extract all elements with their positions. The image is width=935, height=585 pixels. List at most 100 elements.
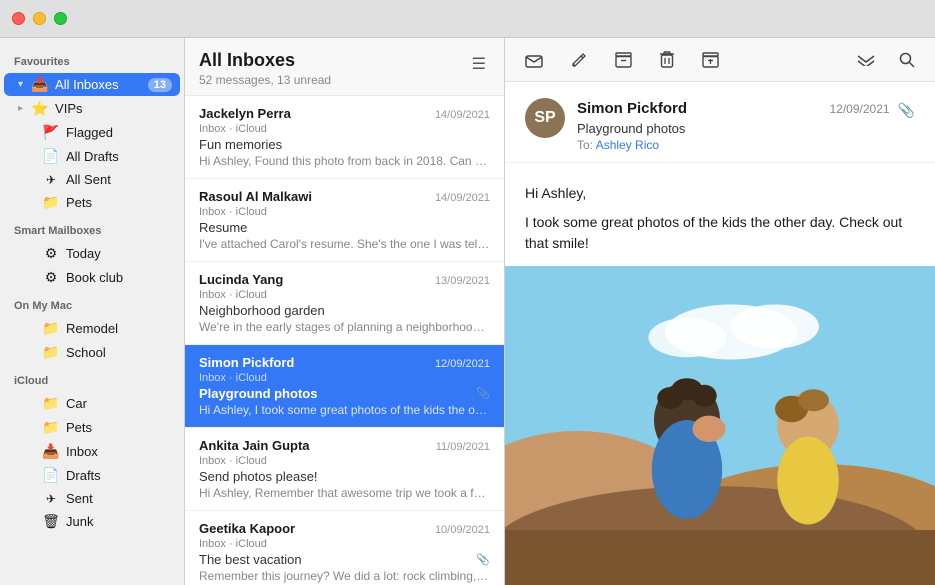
sidebar-item-book-club[interactable]: ⚙ Book club: [4, 266, 180, 289]
message-list-title: All Inboxes: [199, 50, 331, 71]
detail-date: 12/09/2021: [830, 102, 890, 116]
school-icon: 📁: [42, 344, 60, 361]
message-sender: Rasoul Al Malkawi: [199, 189, 312, 204]
sidebar-item-remodel[interactable]: 📁 Remodel: [4, 317, 180, 340]
pets-fav-label: Pets: [66, 195, 172, 210]
spam-button[interactable]: [698, 48, 723, 72]
inbox-icloud-icon: 📥: [42, 443, 60, 460]
vips-icon: ⭐: [31, 100, 49, 117]
message-item[interactable]: Ankita Jain Gupta 11/09/2021 Inbox · iCl…: [185, 428, 504, 511]
pets-fav-icon: 📁: [42, 194, 60, 211]
message-list-subtitle: 52 messages, 13 unread: [199, 73, 331, 87]
vips-label: VIPs: [55, 101, 172, 116]
maximize-button[interactable]: [54, 12, 67, 25]
detail-to-name: Ashley Rico: [596, 138, 659, 152]
all-drafts-icon: 📄: [42, 148, 60, 165]
message-preview: Remember this journey? We did a lot: roc…: [199, 569, 490, 583]
inbox-icloud-label: Inbox: [66, 444, 172, 459]
message-subject-text: Send photos please!: [199, 469, 318, 484]
message-item[interactable]: Lucinda Yang 13/09/2021 Inbox · iCloud N…: [185, 262, 504, 345]
book-club-icon: ⚙: [42, 269, 60, 286]
archive-button[interactable]: [611, 48, 636, 72]
message-item[interactable]: Jackelyn Perra 14/09/2021 Inbox · iCloud…: [185, 96, 504, 179]
messages-container: Jackelyn Perra 14/09/2021 Inbox · iCloud…: [185, 96, 504, 585]
detail-pane: SP Simon Pickford 12/09/2021 📎 Playgroun…: [505, 38, 935, 585]
sidebar-item-car[interactable]: 📁 Car: [4, 392, 180, 415]
minimize-button[interactable]: [33, 12, 46, 25]
car-label: Car: [66, 396, 172, 411]
sidebar-item-all-inboxes[interactable]: ▾ 📥 All Inboxes 13: [4, 73, 180, 96]
sent-icloud-label: Sent: [66, 491, 172, 506]
message-subject-text: Neighborhood garden: [199, 303, 325, 318]
sidebar-item-inbox-icloud[interactable]: 📥 Inbox: [4, 440, 180, 463]
message-item[interactable]: Geetika Kapoor 10/09/2021 Inbox · iCloud…: [185, 511, 504, 585]
avatar: SP: [525, 98, 565, 138]
sidebar-item-today[interactable]: ⚙ Today: [4, 242, 180, 265]
main-container: Favourites ▾ 📥 All Inboxes 13 ▸ ⭐ VIPs 🚩…: [0, 38, 935, 585]
school-label: School: [66, 345, 172, 360]
message-source: Inbox · iCloud: [199, 289, 267, 301]
remodel-label: Remodel: [66, 321, 172, 336]
message-date: 12/09/2021: [435, 358, 490, 370]
sidebar-section-mac: On My Mac: [0, 290, 184, 316]
message-sender: Simon Pickford: [199, 355, 294, 370]
message-sender: Ankita Jain Gupta: [199, 438, 310, 453]
sidebar: Favourites ▾ 📥 All Inboxes 13 ▸ ⭐ VIPs 🚩…: [0, 38, 185, 585]
sidebar-section-smart: Smart Mailboxes: [0, 215, 184, 241]
sidebar-item-sent-icloud[interactable]: ✈ Sent: [4, 488, 180, 509]
message-subject-text: The best vacation: [199, 552, 302, 567]
sidebar-item-all-sent[interactable]: ✈ All Sent: [4, 169, 180, 190]
all-drafts-label: All Drafts: [66, 149, 172, 164]
message-item[interactable]: Rasoul Al Malkawi 14/09/2021 Inbox · iCl…: [185, 179, 504, 262]
sidebar-item-pets-icloud[interactable]: 📁 Pets: [4, 416, 180, 439]
search-button[interactable]: [895, 48, 919, 72]
flagged-icon: 🚩: [42, 124, 60, 141]
message-preview: Hi Ashley, Remember that awesome trip we…: [199, 486, 490, 500]
message-source: Inbox · iCloud: [199, 538, 267, 550]
message-source: Inbox · iCloud: [199, 123, 267, 135]
detail-to: To: Ashley Rico: [577, 138, 915, 152]
message-list-header: All Inboxes 52 messages, 13 unread ☰: [185, 38, 504, 96]
titlebar: [0, 0, 935, 38]
detail-body: Hi Ashley, I took some great photos of t…: [505, 163, 935, 266]
sidebar-item-junk-icloud[interactable]: 🗑 Junk: [4, 510, 180, 533]
sidebar-item-vips[interactable]: ▸ ⭐ VIPs: [4, 97, 180, 120]
car-icon: 📁: [42, 395, 60, 412]
compose-button[interactable]: [567, 48, 591, 72]
sidebar-item-school[interactable]: 📁 School: [4, 341, 180, 364]
flagged-label: Flagged: [66, 125, 172, 140]
sidebar-item-flagged[interactable]: 🚩 Flagged: [4, 121, 180, 144]
detail-sender-name: Simon Pickford: [577, 100, 687, 117]
message-source: Inbox · iCloud: [199, 372, 267, 384]
sidebar-item-all-drafts[interactable]: 📄 All Drafts: [4, 145, 180, 168]
message-list: All Inboxes 52 messages, 13 unread ☰ Jac…: [185, 38, 505, 585]
detail-header: SP Simon Pickford 12/09/2021 📎 Playgroun…: [505, 82, 935, 163]
close-button[interactable]: [12, 12, 25, 25]
all-inboxes-label: All Inboxes: [55, 77, 142, 92]
reply-button[interactable]: [521, 48, 547, 72]
today-label: Today: [66, 246, 172, 261]
sidebar-item-pets-fav[interactable]: 📁 Pets: [4, 191, 180, 214]
message-date: 10/09/2021: [435, 524, 490, 536]
message-sender: Lucinda Yang: [199, 272, 283, 287]
attachment-icon: 📎: [476, 553, 490, 566]
sidebar-section-icloud: iCloud: [0, 365, 184, 391]
filter-icon[interactable]: ☰: [468, 50, 490, 78]
message-subject-text: Playground photos: [199, 386, 317, 401]
more-button[interactable]: [853, 48, 879, 72]
pets-icloud-icon: 📁: [42, 419, 60, 436]
sidebar-item-drafts-icloud[interactable]: 📄 Drafts: [4, 464, 180, 487]
delete-button[interactable]: [656, 47, 678, 72]
drafts-icloud-icon: 📄: [42, 467, 60, 484]
all-inboxes-icon: 📥: [31, 76, 49, 93]
today-icon: ⚙: [42, 245, 60, 262]
chevron-icon: ▸: [18, 103, 23, 114]
message-subject-text: Resume: [199, 220, 247, 235]
message-sender: Jackelyn Perra: [199, 106, 291, 121]
drafts-icloud-label: Drafts: [66, 468, 172, 483]
message-source: Inbox · iCloud: [199, 455, 267, 467]
junk-icloud-label: Junk: [66, 514, 172, 529]
attachment-icon: 📎: [476, 387, 490, 400]
message-source: Inbox · iCloud: [199, 206, 267, 218]
message-item-selected[interactable]: Simon Pickford 12/09/2021 Inbox · iCloud…: [185, 345, 504, 428]
